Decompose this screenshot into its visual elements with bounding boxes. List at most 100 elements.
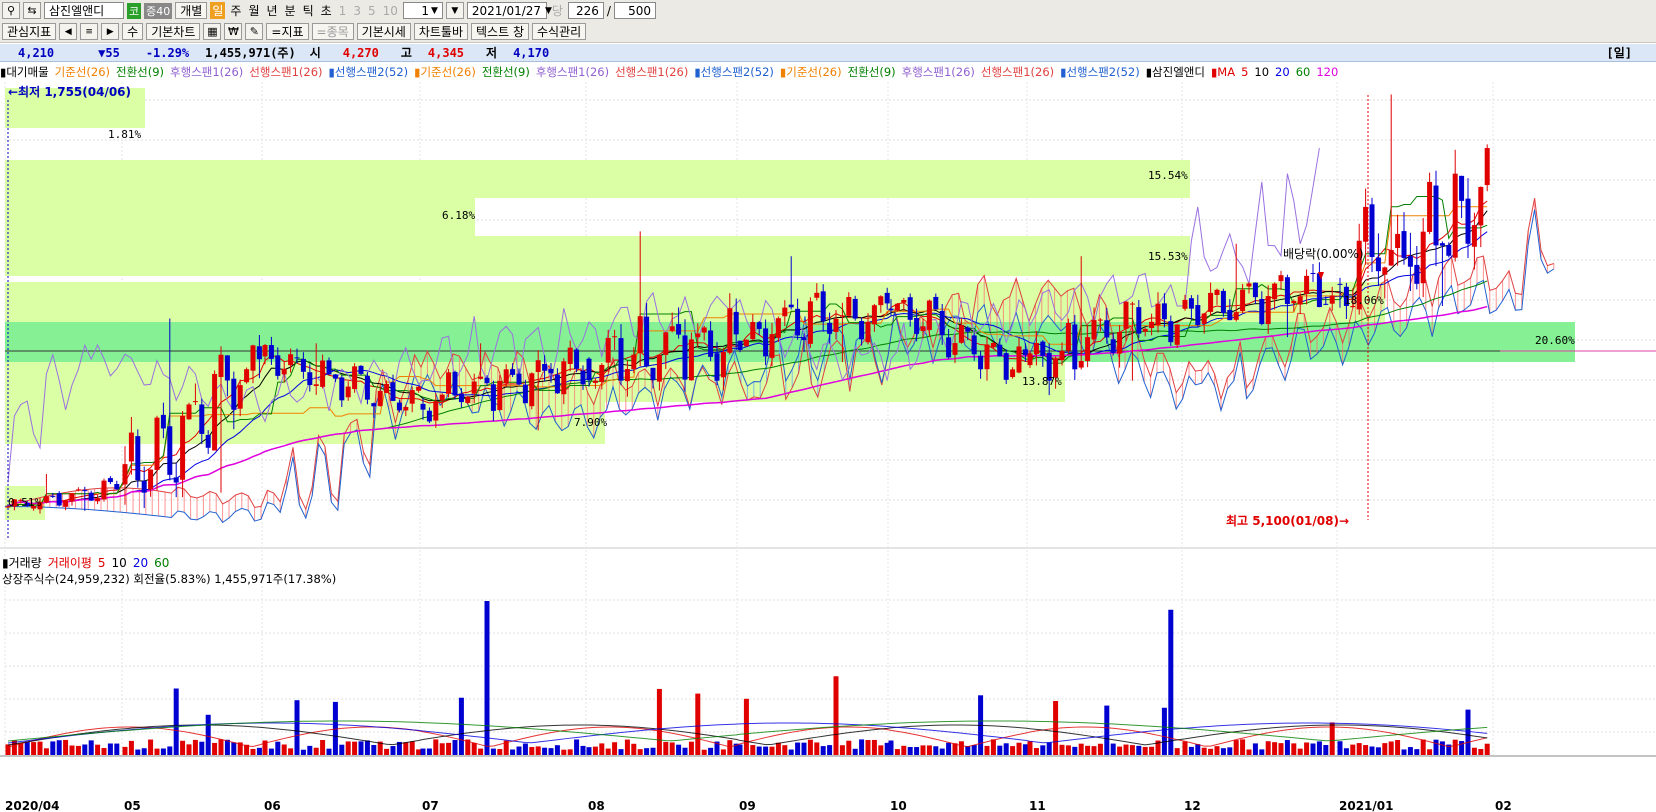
volume-bar [952, 743, 958, 755]
volume-bar [901, 745, 907, 755]
candle-body [478, 376, 484, 379]
volume-bar [1220, 748, 1226, 755]
candle-body [484, 377, 490, 384]
volume-bar [1297, 748, 1303, 755]
candle-body [1149, 321, 1155, 329]
volume-bar [1010, 746, 1016, 755]
candle-body [1452, 173, 1458, 258]
candle-body [1003, 353, 1009, 380]
candle-body [458, 393, 464, 403]
candle-body [510, 369, 516, 375]
candle-body [1382, 267, 1388, 275]
volume-legend-item[interactable]: ▮거래량 [2, 556, 42, 570]
volume-bar [788, 749, 794, 755]
candle-body [452, 371, 458, 396]
volume-bar [1316, 741, 1322, 755]
price-chart[interactable]: 2020/04 05 06 07 08 09 10 11 12 2021/01 02 1.81% 15.… [0, 0, 1656, 812]
volume-bar [497, 749, 503, 755]
volume-bar [871, 739, 877, 755]
volume-legend-item[interactable]: 60 [154, 556, 169, 570]
volume-bar [186, 744, 192, 755]
volume-bar [416, 749, 422, 755]
x-tick-label: 09 [739, 799, 756, 812]
volume-bar [548, 748, 554, 755]
candle-body [1446, 244, 1452, 256]
candle-body [522, 384, 528, 404]
x-tick-label: 05 [124, 799, 141, 812]
volume-bar [63, 739, 69, 755]
candle-body [1484, 148, 1490, 186]
volume-bar [1123, 744, 1129, 755]
volume-legend-item[interactable]: 20 [133, 556, 148, 570]
candle-body [914, 317, 920, 334]
volume-bar [148, 739, 154, 755]
candle-body [839, 315, 845, 317]
candle-body [1142, 328, 1148, 332]
volume-bar [1097, 743, 1103, 755]
candle-body [1136, 307, 1142, 334]
candle-body [952, 343, 958, 355]
candle-body [1208, 292, 1214, 312]
volume-bar [1420, 739, 1426, 755]
volume-bar [618, 749, 624, 755]
candle-body [535, 360, 541, 373]
volume-bar [682, 747, 688, 755]
candle-body [358, 365, 364, 374]
candle-body [231, 378, 237, 410]
x-tick-label: 12 [1184, 799, 1201, 812]
volume-profile-band [5, 160, 1190, 198]
volume-bar [307, 745, 313, 755]
candle-body [574, 349, 580, 369]
volume-bar [167, 746, 173, 755]
candle-body [1010, 369, 1016, 378]
volume-bar [1395, 740, 1401, 755]
candle-body [63, 500, 69, 507]
candle-body [371, 403, 377, 407]
candle-body [801, 337, 807, 341]
volume-bar [894, 749, 900, 755]
volume-bar [971, 745, 977, 755]
volume-legend-item[interactable]: 10 [112, 556, 127, 570]
volume-bar [580, 745, 586, 755]
volume-bar [612, 742, 618, 755]
candle-body [926, 300, 932, 330]
candle-body [186, 404, 192, 420]
candle-body [984, 344, 990, 370]
candle-body [939, 310, 945, 336]
volume-bar [1208, 748, 1214, 755]
volume-profile-label: 15.54% [1148, 169, 1188, 182]
candle-body [592, 380, 598, 383]
volume-bar [294, 700, 300, 755]
volume-legend-item[interactable]: 거래이평 [48, 556, 92, 570]
volume-bar [599, 743, 605, 755]
volume-bar [1350, 744, 1356, 755]
candle-body [1459, 175, 1465, 201]
candle-body [833, 318, 839, 333]
volume-bar [1110, 743, 1116, 755]
volume-bar [478, 748, 484, 755]
volume-bar [984, 745, 990, 755]
volume-bar [522, 743, 528, 755]
candle-body [384, 383, 390, 393]
candle-body [865, 321, 871, 343]
candle-body [688, 339, 694, 381]
volume-legend-item[interactable]: 5 [98, 556, 106, 570]
volume-bar [888, 740, 894, 755]
volume-bar [852, 748, 858, 755]
volume-bar [529, 747, 535, 755]
candle-body [750, 322, 756, 340]
candle-body [1240, 289, 1246, 311]
candle-body [1016, 346, 1022, 373]
volume-bar [471, 742, 477, 755]
volume-bar [37, 741, 43, 755]
volume-bar [878, 745, 884, 755]
volume-bar [1272, 742, 1278, 755]
candle-body [332, 374, 338, 379]
volume-bar [82, 744, 88, 755]
volume-bar [865, 739, 871, 755]
candle-body [82, 490, 88, 492]
candle-body [345, 386, 351, 398]
volume-bar [1363, 745, 1369, 755]
candle-body [737, 340, 743, 350]
candle-body [1040, 341, 1046, 356]
